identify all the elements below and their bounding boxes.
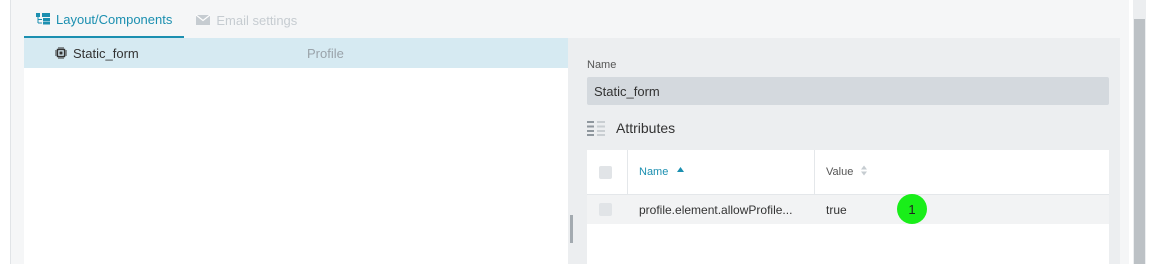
column-divider <box>627 150 628 194</box>
envelope-icon <box>196 14 211 26</box>
tree-item-label: Static_form <box>73 46 139 61</box>
tree-item-type: Profile <box>307 46 344 61</box>
page-scrollbar-thumb[interactable] <box>1134 19 1145 264</box>
attributes-title: Attributes <box>616 120 676 136</box>
attribute-value-cell[interactable]: true <box>826 203 847 217</box>
sort-unsorted-icon <box>861 165 868 179</box>
table-row[interactable]: profile.element.allowProfile... true <box>587 194 1109 224</box>
tree-structure-icon <box>36 13 50 25</box>
name-field[interactable]: Static_form <box>587 77 1109 105</box>
attributes-table: Name Value profile.element.allowProfile.… <box>587 150 1109 264</box>
select-all-checkbox[interactable] <box>599 166 612 179</box>
component-tree-panel: Static_form Profile <box>24 38 568 264</box>
row-checkbox[interactable] <box>599 203 612 216</box>
attributes-header: Attributes <box>587 120 675 136</box>
annotation-marker: 1 <box>897 194 927 224</box>
tab-layout-components-label: Layout/Components <box>56 11 173 27</box>
tab-layout-components[interactable]: Layout/Components <box>24 2 185 38</box>
tab-email-settings-label: Email settings <box>216 12 298 28</box>
attribute-name-cell: profile.element.allowProfile... <box>639 203 793 217</box>
column-header-name-label: Name <box>639 166 669 178</box>
column-divider <box>814 150 815 194</box>
tab-bar: Layout/Components Email settings <box>24 0 309 38</box>
column-header-value-label: Value <box>826 166 854 178</box>
tree-item-static-form[interactable]: Static_form Profile <box>24 38 568 68</box>
name-field-label: Name <box>587 59 617 71</box>
attributes-list-icon <box>587 120 606 136</box>
column-header-name[interactable]: Name <box>639 150 685 194</box>
tab-email-settings[interactable]: Email settings <box>184 2 309 38</box>
sort-ascending-icon <box>677 163 685 175</box>
column-header-value[interactable]: Value <box>826 150 868 194</box>
splitter-handle[interactable] <box>570 215 573 243</box>
chip-icon <box>55 47 67 59</box>
